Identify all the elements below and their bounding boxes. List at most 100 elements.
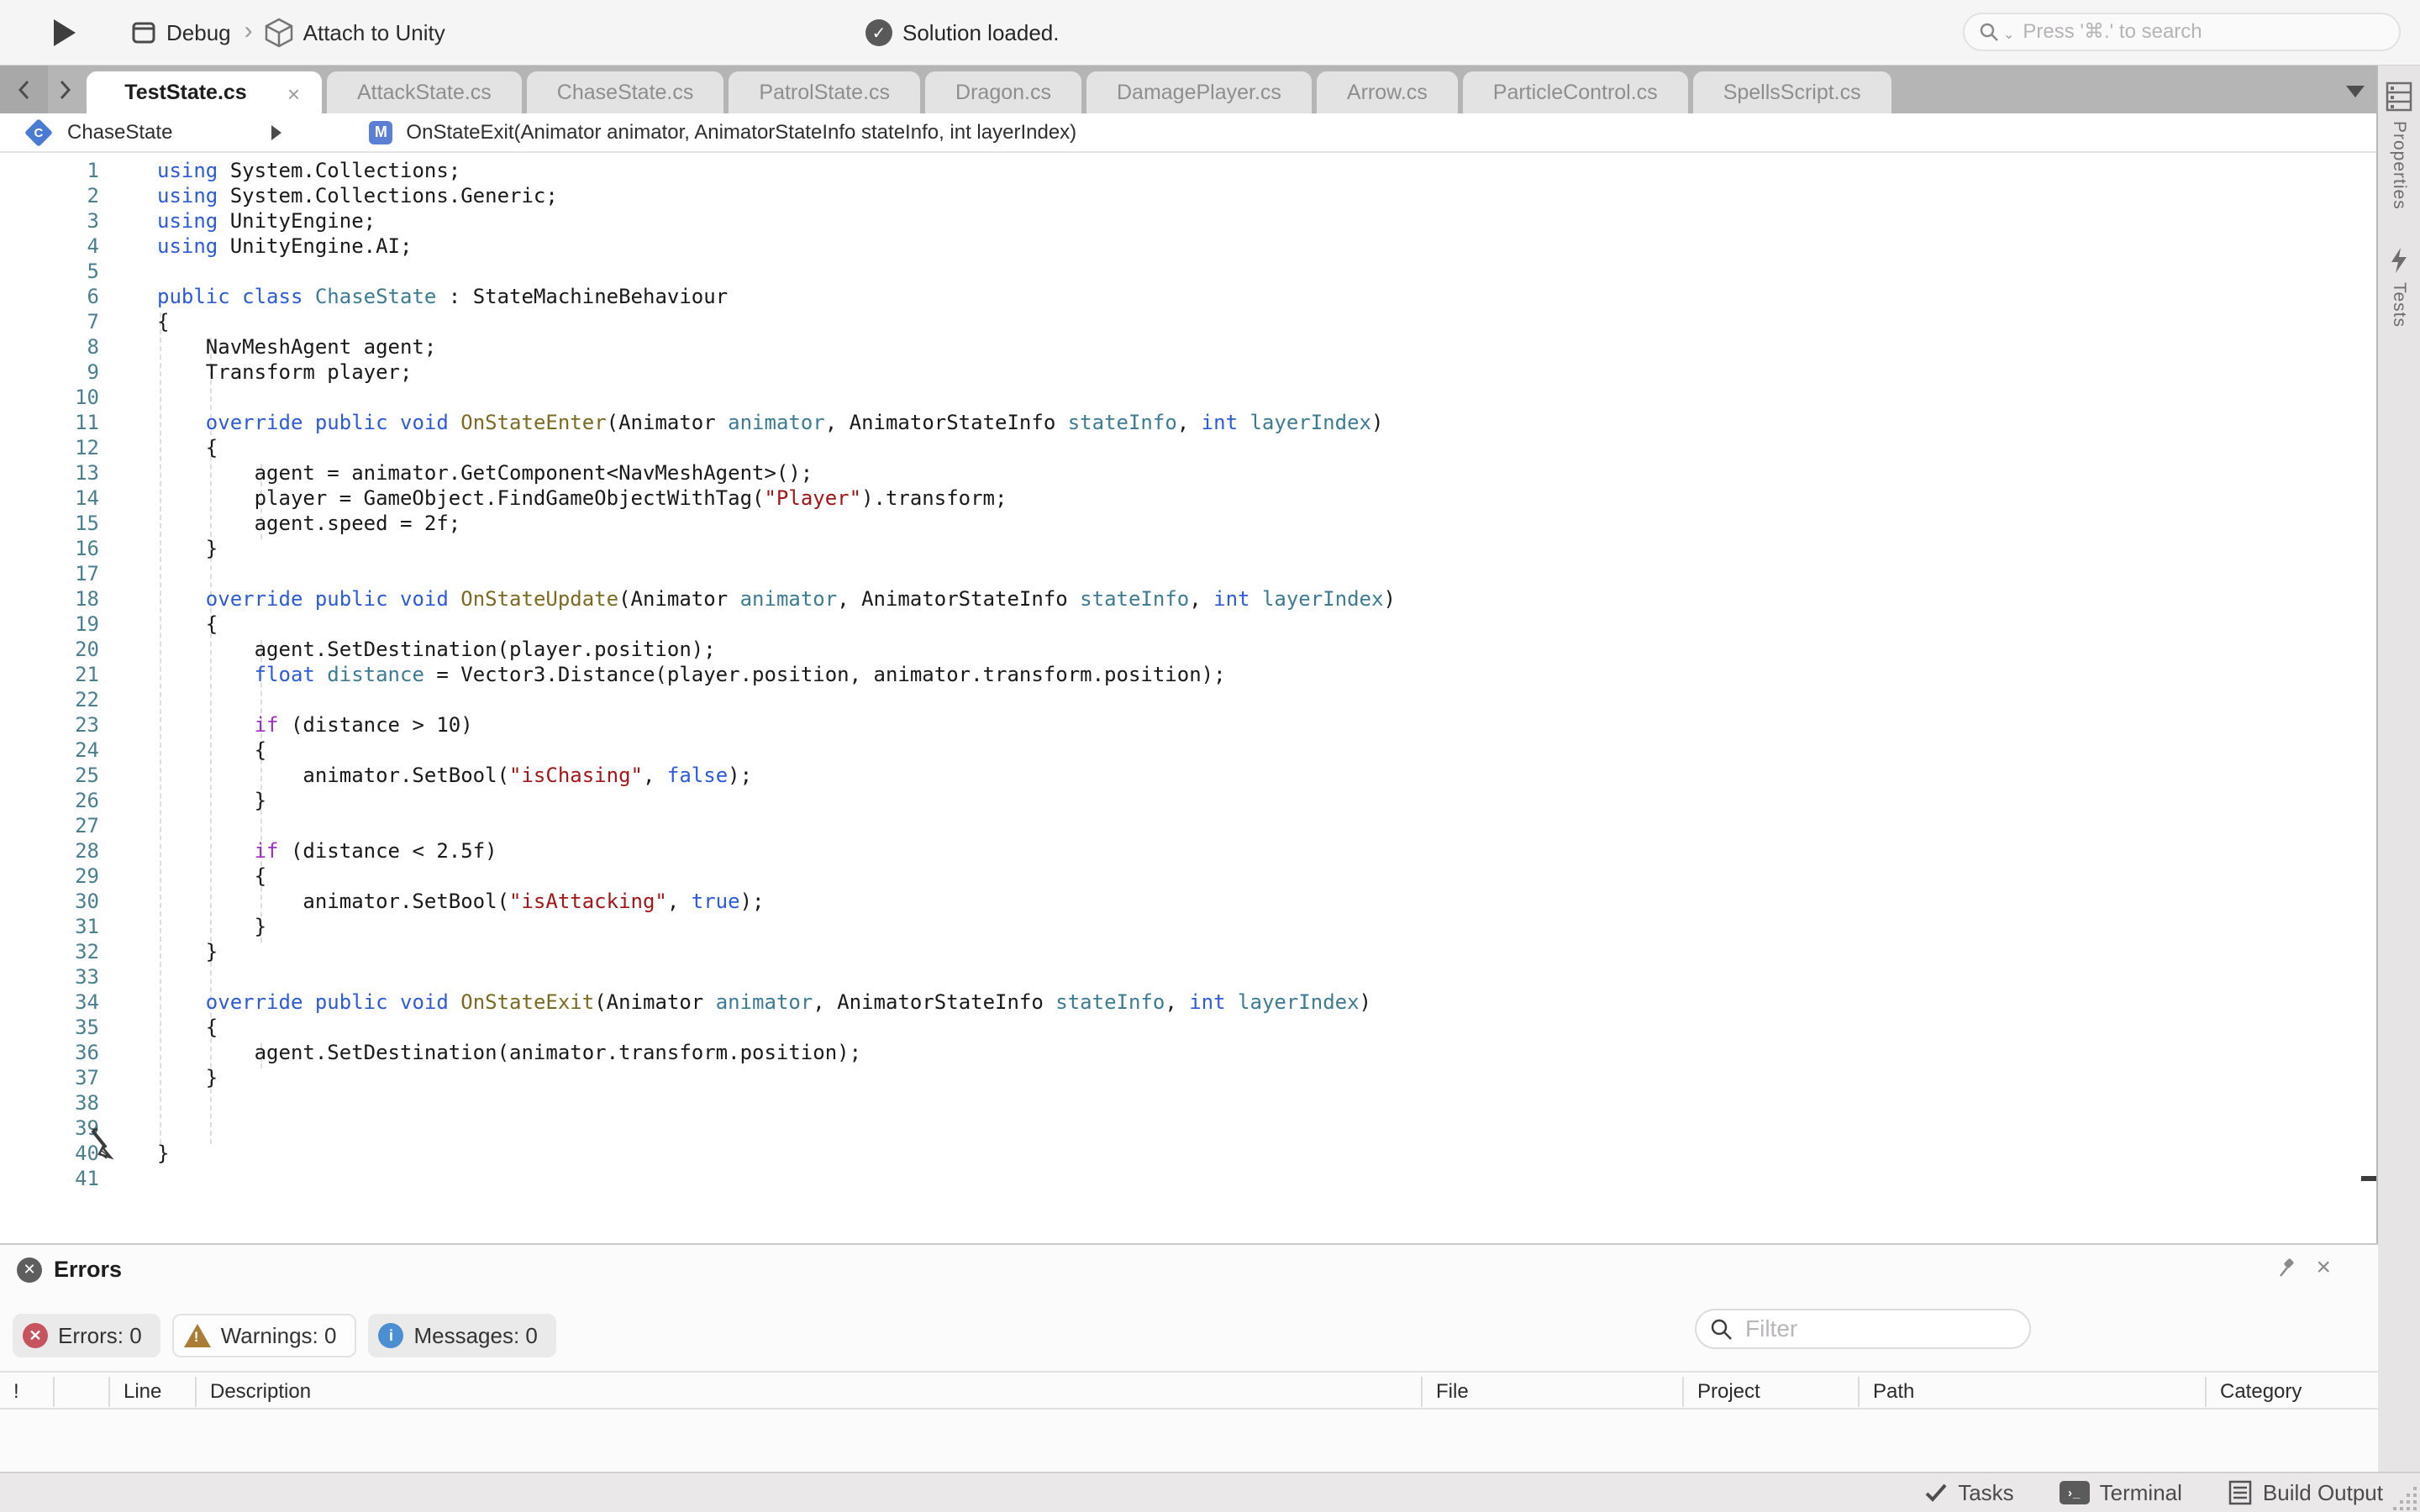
code-line[interactable]: 4using UnityEngine.AI; <box>0 234 1396 259</box>
tab-arrow-cs[interactable]: Arrow.cs <box>1317 71 1458 113</box>
nav-forward-button[interactable] <box>48 66 82 113</box>
code-text: if (distance < 2.5f) <box>99 838 497 864</box>
code-line[interactable]: 39 <box>0 1116 1396 1141</box>
code-line[interactable]: 27 <box>0 813 1396 838</box>
code-line[interactable]: 2using System.Collections.Generic; <box>0 183 1396 208</box>
column-header-Category[interactable]: Category <box>2207 1377 2378 1407</box>
code-line[interactable]: 20 agent.SetDestination(player.position)… <box>0 637 1396 662</box>
errors-panel: ✕ Errors × ✕ Errors: 0 Warnings: 0 i Mes… <box>0 1243 2378 1472</box>
code-line[interactable]: 16 } <box>0 536 1396 561</box>
search-input[interactable] <box>2023 20 2342 44</box>
code-text: player = GameObject.FindGameObjectWithTa… <box>99 486 1007 511</box>
code-line[interactable]: 22 <box>0 687 1396 712</box>
code-line[interactable]: 11 override public void OnStateEnter(Ani… <box>0 410 1396 435</box>
run-configuration[interactable]: Debug › Attach to Unity <box>131 17 445 49</box>
tab-label: DamagePlayer.cs <box>1117 81 1281 105</box>
code-line[interactable]: 10 <box>0 385 1396 410</box>
code-line[interactable]: 29 { <box>0 864 1396 889</box>
breadcrumb-method-signature[interactable]: OnStateExit(Animator animator, AnimatorS… <box>406 121 1076 144</box>
close-panel-icon[interactable]: × <box>2316 1255 2331 1280</box>
code-line[interactable]: 32 } <box>0 939 1396 964</box>
code-line[interactable]: 17 <box>0 561 1396 586</box>
code-line[interactable]: 31 } <box>0 914 1396 939</box>
pin-icon[interactable] <box>2277 1257 2297 1278</box>
tab-spellsscript-cs[interactable]: SpellsScript.cs <box>1693 71 1891 113</box>
tab-dragon-cs[interactable]: Dragon.cs <box>925 71 1081 113</box>
nav-back-button[interactable] <box>0 66 48 113</box>
code-line[interactable]: 8 NavMeshAgent agent; <box>0 334 1396 360</box>
errors-filter-toggle[interactable]: ✕ Errors: 0 <box>13 1314 160 1357</box>
code-line[interactable]: 1using System.Collections; <box>0 158 1396 183</box>
sidebar-item-properties[interactable]: Properties <box>2378 81 2420 210</box>
code-line[interactable]: 34 override public void OnStateExit(Anim… <box>0 990 1396 1015</box>
tasks-button[interactable]: Tasks <box>1924 1480 2013 1506</box>
tab-damageplayer-cs[interactable]: DamagePlayer.cs <box>1086 71 1312 113</box>
line-number: 14 <box>0 486 99 511</box>
errors-table-header[interactable]: ! LineDescriptionFileProjectPathCategory <box>0 1371 2378 1410</box>
code-line[interactable]: 19 { <box>0 612 1396 637</box>
code-line[interactable]: 25 animator.SetBool("isChasing", false); <box>0 763 1396 788</box>
search-scope-chevron-icon[interactable]: ⌄ <box>2003 26 2014 43</box>
code-line[interactable]: 36 agent.SetDestination(animator.transfo… <box>0 1040 1396 1065</box>
code-line[interactable]: 21 float distance = Vector3.Distance(pla… <box>0 662 1396 687</box>
build-output-button[interactable]: Build Output <box>2228 1479 2383 1506</box>
code-line[interactable]: 9 Transform player; <box>0 360 1396 385</box>
code-line[interactable]: 26 } <box>0 788 1396 813</box>
tab-patrolstate-cs[interactable]: PatrolState.cs <box>729 71 920 113</box>
column-header-File[interactable]: File <box>1423 1377 1684 1407</box>
code-line[interactable]: 40} <box>0 1141 1396 1166</box>
tab-teststate-cs[interactable]: TestState.cs× <box>87 71 322 113</box>
line-number: 26 <box>0 788 99 813</box>
warnings-filter-toggle[interactable]: Warnings: 0 <box>172 1314 357 1357</box>
code-line[interactable]: 35 { <box>0 1015 1396 1040</box>
tab-attackstate-cs[interactable]: AttackState.cs <box>327 71 522 113</box>
resize-grip[interactable] <box>2393 1485 2418 1510</box>
error-icon: ✕ <box>23 1323 48 1348</box>
attach-target-label[interactable]: Attach to Unity <box>303 20 445 46</box>
tab-overflow-dropdown-icon[interactable] <box>2346 86 2365 97</box>
code-line[interactable]: 23 if (distance > 10) <box>0 712 1396 738</box>
column-header-![interactable]: ! <box>0 1377 55 1407</box>
debug-config-label[interactable]: Debug <box>166 20 231 46</box>
terminal-button[interactable]: ›_ Terminal <box>2060 1480 2182 1506</box>
tab-label: Arrow.cs <box>1347 81 1428 105</box>
column-header-Project[interactable]: Project <box>1684 1377 1860 1407</box>
code-line[interactable]: 30 animator.SetBool("isAttacking", true)… <box>0 889 1396 914</box>
column-header-Line[interactable]: Line <box>110 1377 197 1407</box>
column-header-Path[interactable]: Path <box>1860 1377 2207 1407</box>
code-editor[interactable]: 1using System.Collections;2using System.… <box>0 155 2376 1243</box>
code-line[interactable]: 28 if (distance < 2.5f) <box>0 838 1396 864</box>
code-line[interactable]: 15 agent.speed = 2f; <box>0 511 1396 536</box>
code-line[interactable]: 38 <box>0 1090 1396 1116</box>
sidebar-label[interactable]: Tests <box>2389 282 2409 328</box>
code-text: } <box>99 914 266 939</box>
errors-filter-input[interactable] <box>1745 1315 1997 1342</box>
code-line[interactable]: 41 <box>0 1166 1396 1191</box>
code-line[interactable]: 5 <box>0 259 1396 284</box>
errors-filter-field[interactable] <box>1695 1309 2031 1349</box>
messages-filter-toggle[interactable]: i Messages: 0 <box>368 1314 555 1357</box>
line-number: 38 <box>0 1090 99 1116</box>
code-line[interactable]: 12 { <box>0 435 1396 460</box>
code-line[interactable]: 7{ <box>0 309 1396 334</box>
code-text: agent.SetDestination(animator.transform.… <box>99 1040 861 1065</box>
breadcrumb-class-name[interactable]: ChaseState <box>67 121 172 144</box>
code-line[interactable]: 37 } <box>0 1065 1396 1090</box>
code-line[interactable]: 33 <box>0 964 1396 990</box>
global-search-field[interactable]: ⌄ <box>1963 13 2401 51</box>
code-line[interactable]: 14 player = GameObject.FindGameObjectWit… <box>0 486 1396 511</box>
sidebar-label[interactable]: Properties <box>2389 121 2409 210</box>
code-line[interactable]: 24 { <box>0 738 1396 763</box>
code-text: using System.Collections.Generic; <box>99 183 558 208</box>
column-header-Description[interactable]: Description <box>197 1377 1423 1407</box>
code-line[interactable]: 3using UnityEngine; <box>0 208 1396 234</box>
code-line[interactable]: 18 override public void OnStateUpdate(An… <box>0 586 1396 612</box>
column-header-icon[interactable] <box>55 1377 110 1407</box>
tab-close-icon[interactable]: × <box>287 81 300 108</box>
tab-particlecontrol-cs[interactable]: ParticleControl.cs <box>1463 71 1688 113</box>
code-line[interactable]: 13 agent = animator.GetComponent<NavMesh… <box>0 460 1396 486</box>
run-play-button[interactable] <box>54 19 76 46</box>
code-line[interactable]: 6public class ChaseState : StateMachineB… <box>0 284 1396 309</box>
tab-chasestate-cs[interactable]: ChaseState.cs <box>527 71 724 113</box>
sidebar-item-tests[interactable]: Tests <box>2378 247 2420 328</box>
